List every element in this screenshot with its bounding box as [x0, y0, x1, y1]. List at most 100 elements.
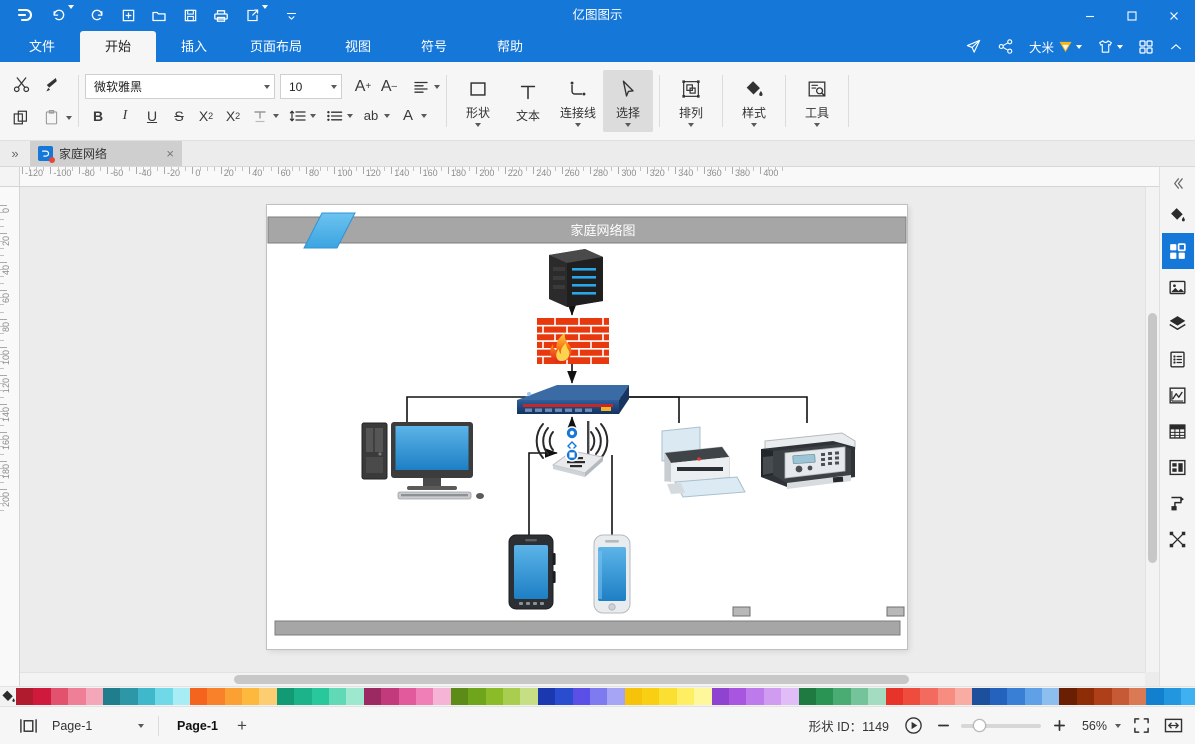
color-swatch[interactable]	[189, 688, 208, 705]
undo-button[interactable]	[43, 3, 81, 29]
footer-bar-shape[interactable]	[274, 606, 905, 636]
color-swatch[interactable]	[102, 688, 121, 705]
zoom-slider[interactable]	[961, 719, 1041, 733]
diagram-title-banner[interactable]: 家庭网络图	[267, 212, 907, 249]
format-painter-button[interactable]	[36, 70, 66, 100]
printer-icon[interactable]	[661, 426, 746, 498]
color-swatch[interactable]	[1076, 688, 1095, 705]
document-tab-home-network[interactable]: 家庭网络 ×	[30, 141, 182, 166]
color-swatch[interactable]	[1129, 688, 1147, 705]
sidebar-item-symbols[interactable]	[1161, 233, 1194, 269]
color-swatch[interactable]	[642, 688, 660, 705]
sidebar-item-layers[interactable]	[1162, 305, 1194, 341]
text-tool-button[interactable]: 文本	[503, 70, 553, 132]
zoom-out-button[interactable]	[933, 716, 953, 736]
color-swatch[interactable]	[276, 688, 295, 705]
color-swatch[interactable]	[676, 688, 695, 705]
line-spacing-button[interactable]	[284, 103, 310, 129]
server-icon[interactable]	[549, 249, 603, 307]
superscript-button[interactable]: X2	[193, 103, 219, 129]
send-feedback-icon[interactable]	[959, 34, 988, 60]
sidebar-item-table[interactable]	[1162, 413, 1194, 449]
page-selector-caret[interactable]	[138, 723, 144, 728]
style-tool-caret[interactable]	[751, 122, 757, 127]
color-swatch[interactable]	[329, 688, 347, 705]
color-swatch[interactable]	[33, 688, 51, 705]
subscript-button[interactable]: X2	[220, 103, 246, 129]
color-swatch[interactable]	[85, 688, 103, 705]
sidebar-item-theme[interactable]	[1162, 449, 1194, 485]
sidebar-item-chart[interactable]	[1162, 377, 1194, 413]
color-swatch[interactable]	[607, 688, 625, 705]
color-swatch[interactable]	[781, 688, 799, 705]
tab-help[interactable]: 帮助	[472, 31, 548, 62]
font-color-button[interactable]: A	[395, 103, 421, 129]
redo-button[interactable]	[82, 3, 112, 29]
increase-font-size-button[interactable]: A +	[350, 74, 376, 100]
horizontal-scroll-thumb[interactable]	[234, 675, 909, 684]
new-document-button[interactable]	[113, 3, 143, 29]
diagram-canvas[interactable]: 家庭网络图	[267, 205, 907, 649]
tab-symbols[interactable]: 符号	[396, 31, 472, 62]
color-swatch[interactable]	[868, 688, 886, 705]
color-swatch[interactable]	[850, 688, 869, 705]
color-swatch[interactable]	[259, 688, 277, 705]
horizontal-ruler[interactable]: -120 -100 -80 -60 -40 -20 0 20 40 60 80 100 120 140 16…	[20, 167, 1159, 187]
vertical-scrollbar[interactable]	[1145, 187, 1159, 672]
collapse-panel-button[interactable]	[1162, 169, 1194, 197]
color-swatch[interactable]	[885, 688, 903, 705]
sidebar-item-image[interactable]	[1162, 269, 1194, 305]
wireless-access-point-icon[interactable]	[535, 421, 609, 477]
color-swatch[interactable]	[294, 688, 312, 705]
page-view-icon[interactable]	[16, 715, 40, 737]
color-swatch[interactable]	[363, 688, 382, 705]
color-swatch[interactable]	[694, 688, 712, 705]
tab-insert[interactable]: 插入	[156, 31, 232, 62]
color-swatch[interactable]	[729, 688, 747, 705]
arrange-tool-caret[interactable]	[688, 122, 694, 127]
color-swatch[interactable]	[224, 688, 243, 705]
clear-formatting-caret[interactable]	[273, 113, 279, 118]
text-align-caret[interactable]	[434, 84, 440, 89]
color-swatch[interactable]	[955, 688, 973, 705]
connector-tool-caret[interactable]	[575, 122, 581, 127]
color-swatch[interactable]	[589, 688, 608, 705]
shape-tool-button[interactable]: 形状	[453, 70, 503, 132]
color-swatch[interactable]	[381, 688, 399, 705]
color-swatch[interactable]	[485, 688, 503, 705]
color-swatches[interactable]	[16, 688, 1195, 705]
collapse-ribbon-button[interactable]	[1163, 34, 1189, 60]
firewall-icon[interactable]	[537, 318, 609, 364]
color-swatch[interactable]	[937, 688, 956, 705]
color-swatch[interactable]	[763, 688, 782, 705]
copy-button[interactable]	[6, 103, 36, 133]
color-swatch[interactable]	[1146, 688, 1164, 705]
router-icon[interactable]	[517, 385, 629, 414]
color-swatch[interactable]	[502, 688, 521, 705]
text-case-button[interactable]: ab	[358, 103, 384, 129]
selection-handles[interactable]	[565, 426, 579, 462]
fit-width-icon[interactable]	[1161, 715, 1185, 737]
vertical-scroll-thumb[interactable]	[1148, 313, 1157, 563]
undo-dropdown-caret[interactable]	[67, 4, 74, 23]
tab-page-layout[interactable]: 页面布局	[232, 31, 320, 62]
select-tool-button[interactable]: 选择	[603, 70, 653, 132]
vertical-ruler[interactable]: 0 20 40 60 80 100 120 140 160 180 200	[0, 187, 20, 686]
color-swatch[interactable]	[1024, 688, 1043, 705]
sidebar-item-properties[interactable]	[1162, 341, 1194, 377]
fax-icon[interactable]	[761, 432, 856, 489]
color-swatch[interactable]	[50, 688, 69, 705]
cut-button[interactable]	[6, 70, 36, 100]
color-swatch[interactable]	[711, 688, 730, 705]
bullet-list-caret[interactable]	[347, 113, 353, 118]
presentation-play-icon[interactable]	[901, 715, 925, 737]
color-swatch[interactable]	[989, 688, 1008, 705]
tools-button-caret[interactable]	[814, 122, 820, 127]
color-swatch[interactable]	[172, 688, 190, 705]
italic-button[interactable]: I	[112, 103, 138, 129]
color-swatch[interactable]	[1111, 688, 1129, 705]
print-button[interactable]	[206, 3, 236, 29]
sidebar-item-fill[interactable]	[1162, 197, 1194, 233]
desktop-computer-icon[interactable]	[361, 422, 484, 500]
line-spacing-caret[interactable]	[310, 113, 316, 118]
